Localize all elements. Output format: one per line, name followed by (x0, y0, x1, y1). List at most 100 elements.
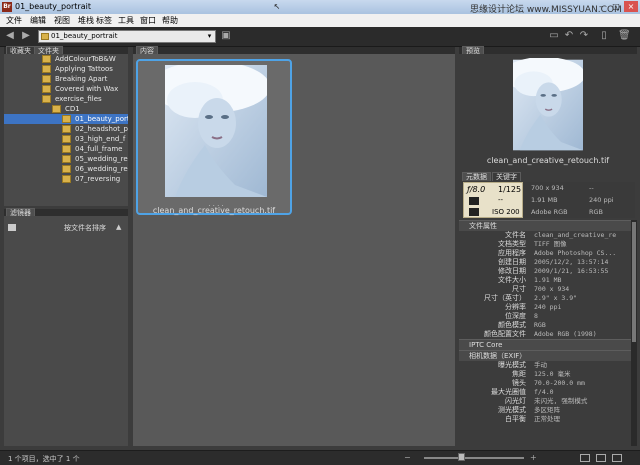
metadata-summary: ƒ/8.0 1/125 -- ISO 200 700 x 934 -- 1.91… (461, 182, 635, 218)
metadata-value: 多区矩阵 (534, 406, 560, 414)
zoom-out-icon[interactable]: − (404, 453, 411, 462)
summary-dimensions-extra: -- (589, 184, 594, 192)
rotate-left-icon[interactable]: ↶ (563, 28, 575, 44)
sort-label[interactable]: 按文件名排序 (64, 223, 106, 233)
folder-tree-label: 06_wedding_re (75, 165, 128, 173)
status-text: 1 个项目，选中了 1 个 (8, 455, 80, 463)
filter-toggle-icon[interactable] (8, 224, 16, 231)
camera-get-photos-icon[interactable]: ▭ (548, 28, 560, 44)
maximize-button[interactable]: □ (609, 1, 623, 12)
folder-icon (62, 145, 71, 153)
folder-tree-item[interactable]: Covered with Wax (4, 84, 128, 94)
close-button[interactable]: × (624, 1, 638, 12)
open-recent-icon[interactable]: ▯ (598, 28, 610, 44)
folder-tree-item[interactable]: CD1 (4, 104, 128, 114)
folder-icon (62, 125, 71, 133)
metadata-label: 文件名 (505, 231, 526, 239)
metadata-label: 文档类型 (498, 240, 526, 248)
app-icon: Br (2, 2, 12, 12)
metadata-value: 正常处理 (534, 415, 560, 423)
path-dropdown[interactable]: 01_beauty_portrait ▾ (38, 30, 216, 43)
metadata-value: Adobe Photoshop CS... (534, 249, 617, 257)
metadata-value: 1.91 MB (534, 276, 562, 284)
recent-folder-icon[interactable]: ▣ (220, 28, 232, 44)
content-panel: . . . . clean_and_creative_retouch.tif (133, 54, 455, 446)
tab-metadata[interactable]: 元数据 (462, 172, 491, 181)
metadata-label: 焦距 (512, 370, 526, 378)
metadata-label: 文件大小 (498, 276, 526, 284)
menu-stack[interactable]: 堆栈 (78, 15, 94, 26)
cursor-icon: ↖ (273, 2, 281, 11)
menu-tools[interactable]: 工具 (118, 15, 134, 26)
folder-tree-label: exercise_files (55, 95, 102, 103)
window-title: 01_beauty_portrait (15, 2, 91, 11)
zoom-in-icon[interactable]: + (530, 453, 537, 462)
metadata-value: clean_and_creative_re (534, 231, 617, 239)
folder-tree-item[interactable]: 01_beauty_portrait (4, 114, 128, 124)
minimize-button[interactable]: – (594, 1, 608, 12)
menu-window[interactable]: 窗口 (140, 15, 156, 26)
thumbnail-size-slider[interactable] (424, 457, 524, 459)
grid-view-icon[interactable] (580, 454, 590, 462)
menu-file[interactable]: 文件 (6, 15, 22, 26)
folder-tree-item[interactable]: Applying Tattoos (4, 64, 128, 74)
folder-tree-item[interactable]: exercise_files (4, 94, 128, 104)
folder-tree-item[interactable]: Breaking Apart (4, 74, 128, 84)
thumbnail-filename: clean_and_creative_retouch.tif (152, 206, 276, 215)
metadata-row: 最大光圈值 f/4.0 (459, 388, 631, 397)
folder-tree-label: 02_headshot_p (75, 125, 128, 133)
folder-icon (42, 75, 51, 83)
folder-tree-item[interactable]: 04_full_frame (4, 144, 128, 154)
folders-panel: AddColourToB&W Applying Tattoos Breaking A… (4, 54, 128, 206)
delete-icon[interactable]: 🗑 (618, 28, 631, 44)
forward-arrow-icon[interactable]: ▶ (20, 28, 32, 44)
menu-view[interactable]: 视图 (54, 15, 70, 26)
metadata-value: 125.0 毫米 (534, 370, 571, 378)
iptc-header[interactable]: IPTC Core (459, 339, 631, 350)
folder-tree-label: Covered with Wax (55, 85, 119, 93)
folder-icon (52, 105, 61, 113)
metadata-scrollbar[interactable] (631, 220, 637, 446)
metadata-label: 最大光圈值 (491, 388, 526, 396)
details-view-icon[interactable] (596, 454, 606, 462)
metadata-list: 文件属性 文件名 clean_and_creative_re 文档类型 TIFF 图像… (459, 220, 631, 424)
menu-edit[interactable]: 编辑 (30, 15, 46, 26)
metadata-label: 应用程序 (498, 249, 526, 257)
metadata-value: 2005/12/2, 13:57:14 (534, 258, 609, 266)
folder-icon (62, 155, 71, 163)
folder-icon (41, 33, 49, 40)
folder-icon (62, 135, 71, 143)
folder-tree-item[interactable]: 05_wedding_re (4, 154, 128, 164)
thumbnail-card[interactable]: . . . . (136, 59, 292, 215)
folder-tree-item[interactable]: AddColourToB&W (4, 54, 128, 64)
menu-help[interactable]: 帮助 (162, 15, 178, 26)
metadata-value: TIFF 图像 (534, 240, 567, 248)
metadata-row: 文档类型 TIFF 图像 (459, 240, 631, 249)
white-balance-icon (469, 208, 479, 216)
metadata-row: 创建日期 2005/12/2, 13:57:14 (459, 258, 631, 267)
menu-label[interactable]: 标签 (96, 15, 112, 26)
folder-icon (62, 165, 71, 173)
rotate-right-icon[interactable]: ↷ (578, 28, 590, 44)
folder-tree-item[interactable]: 03_high_end_f (4, 134, 128, 144)
camera-data-header[interactable]: 相机数据（EXIF） (459, 350, 631, 361)
metadata-value: RGB (534, 321, 546, 329)
metadata-value: 700 x 934 (534, 285, 570, 293)
slider-knob[interactable] (458, 453, 465, 461)
sort-direction-icon[interactable]: ▲ (116, 223, 121, 231)
folder-tree-item[interactable]: 07_reversing (4, 174, 128, 184)
metadata-row: 测光模式 多区矩阵 (459, 406, 631, 415)
back-arrow-icon[interactable]: ◀ (4, 28, 16, 44)
list-view-icon[interactable] (612, 454, 622, 462)
metadata-row: 颜色配置文件 Adobe RGB (1998) (459, 330, 631, 339)
tab-keywords[interactable]: 关键字 (492, 172, 521, 181)
metadata-value: 2.9" x 3.9" (534, 294, 578, 302)
folder-tree-label: 04_full_frame (75, 145, 123, 153)
folder-tree-item[interactable]: 02_headshot_p (4, 124, 128, 134)
chevron-down-icon[interactable]: ▾ (205, 31, 214, 42)
folder-tree-item[interactable]: 06_wedding_re (4, 164, 128, 174)
file-properties-header[interactable]: 文件属性 (459, 220, 631, 231)
scrollbar-thumb[interactable] (632, 222, 636, 342)
metadata-label: 颜色模式 (498, 321, 526, 329)
summary-resolution: 240 ppi (589, 196, 614, 204)
